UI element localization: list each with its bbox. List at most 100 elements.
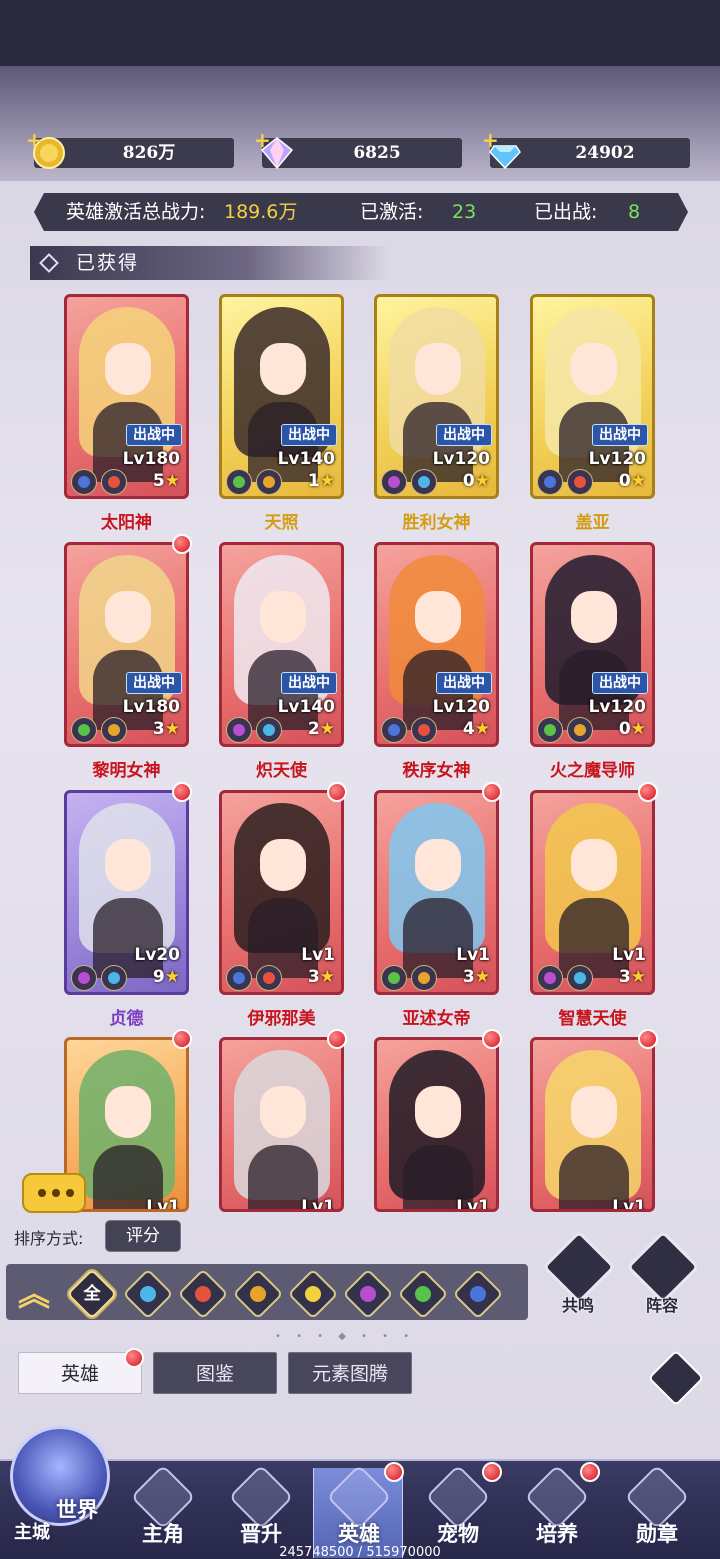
hero-portrait-face bbox=[105, 343, 151, 395]
tab-heroes-notification-dot bbox=[124, 1348, 144, 1368]
hero-portrait-face bbox=[105, 1086, 151, 1138]
nav-heroes-notification-dot bbox=[384, 1462, 404, 1482]
hero-card[interactable]: Lv20 9★ bbox=[64, 790, 189, 995]
hero-card[interactable]: 出战中 Lv120 0★ bbox=[374, 294, 499, 499]
hero-name: 智慧天使 bbox=[558, 1009, 627, 1029]
main-city-label: 主城 bbox=[14, 1522, 50, 1543]
world-button[interactable]: 世界 主城 bbox=[6, 1418, 116, 1548]
hero-card[interactable]: Lv1 3★ bbox=[219, 790, 344, 995]
nav-pets-notification-dot bbox=[482, 1462, 502, 1482]
star-icon: ★ bbox=[630, 471, 646, 491]
tab-codex[interactable]: 图鉴 bbox=[153, 1352, 277, 1394]
hero-name: 太阳神 bbox=[101, 513, 152, 533]
nav-protagonist[interactable]: 主角 bbox=[118, 1464, 208, 1558]
class-icon bbox=[381, 717, 407, 743]
add-crystal-icon[interactable]: + bbox=[254, 128, 271, 152]
nature-icon bbox=[415, 1286, 431, 1302]
hero-stars: 0★ bbox=[619, 471, 646, 491]
hero-level: Lv140 bbox=[277, 449, 335, 469]
class-icon bbox=[71, 717, 97, 743]
deployed-badge: 出战中 bbox=[436, 672, 492, 694]
class-icon bbox=[71, 469, 97, 495]
class-icon bbox=[226, 469, 252, 495]
hero-card[interactable]: Lv1 3★ bbox=[530, 790, 655, 995]
collapse-up-icon[interactable]: ︽ bbox=[14, 1274, 54, 1314]
hero-star-count: 2 bbox=[307, 719, 320, 739]
add-diamond-icon[interactable]: + bbox=[482, 128, 499, 152]
hero-level: Lv1 bbox=[612, 1197, 646, 1212]
hero-stars: 3★ bbox=[153, 719, 180, 739]
element-icon bbox=[256, 717, 282, 743]
nav-medals-label: 勋章 bbox=[636, 1522, 678, 1546]
hero-card[interactable]: 出战中 Lv180 5★ bbox=[64, 294, 189, 499]
hero-portrait-face bbox=[571, 591, 617, 643]
hero-card[interactable]: 出战中 Lv140 2★ bbox=[219, 542, 344, 747]
hero-element-icons bbox=[537, 965, 607, 991]
hero-level: Lv180 bbox=[122, 449, 180, 469]
view-toggle-button[interactable] bbox=[646, 1348, 706, 1408]
hero-card[interactable]: 出战中 Lv180 3★ bbox=[64, 542, 189, 747]
element-icon bbox=[256, 469, 282, 495]
hero-element-icons bbox=[226, 965, 296, 991]
hero-level: Lv1 bbox=[456, 1197, 490, 1212]
currency-diamond[interactable]: + 24902 bbox=[482, 128, 690, 170]
element-icon bbox=[256, 965, 282, 991]
element-icon bbox=[101, 717, 127, 743]
tab-element-totem[interactable]: 元素图腾 bbox=[288, 1352, 412, 1394]
nav-cultivate-label: 培养 bbox=[536, 1522, 578, 1546]
hero-portrait-face bbox=[415, 343, 461, 395]
hero-star-count: 9 bbox=[152, 967, 165, 987]
hero-card[interactable]: Lv1 bbox=[374, 1037, 499, 1212]
hero-stats-bar: 英雄激活总战力: 189.6万 已激活: 23 已出战: 8 bbox=[34, 193, 688, 231]
power-value: 189.6万 bbox=[224, 201, 298, 223]
filter-all-label: 全 bbox=[83, 1284, 101, 1304]
world-label: 世界 bbox=[56, 1498, 98, 1522]
nav-protagonist-label: 主角 bbox=[142, 1522, 184, 1546]
hero-stars: 3★ bbox=[308, 967, 335, 987]
sort-dropdown[interactable]: 评分 bbox=[105, 1220, 181, 1252]
class-icon bbox=[537, 965, 563, 991]
hero-element-icons bbox=[381, 965, 451, 991]
hero-portrait-face bbox=[260, 343, 306, 395]
nav-medals[interactable]: 勋章 bbox=[612, 1464, 702, 1558]
hero-stars: 0★ bbox=[463, 471, 490, 491]
hero-level: Lv1 bbox=[301, 1197, 335, 1212]
class-icon bbox=[537, 469, 563, 495]
hero-name: 贞德 bbox=[109, 1009, 144, 1029]
hero-stars: 4★ bbox=[463, 719, 490, 739]
lineup-button[interactable]: 阵容 bbox=[624, 1230, 700, 1315]
section-title: 已获得 bbox=[76, 252, 140, 274]
hero-card[interactable]: 出战中 Lv120 0★ bbox=[530, 294, 655, 499]
hero-card[interactable]: 出战中 Lv120 0★ bbox=[530, 542, 655, 747]
star-icon: ★ bbox=[164, 471, 180, 491]
star-icon: ★ bbox=[474, 967, 490, 987]
currency-crystal[interactable]: + 6825 bbox=[254, 128, 462, 170]
hero-star-count: 0 bbox=[618, 471, 631, 491]
class-icon bbox=[226, 965, 252, 991]
hero-star-count: 3 bbox=[307, 967, 320, 987]
wind-icon bbox=[140, 1286, 156, 1302]
element-icon bbox=[411, 965, 437, 991]
chat-bubble-button[interactable] bbox=[22, 1173, 86, 1213]
hero-level: Lv1 bbox=[301, 945, 335, 965]
hero-level: Lv20 bbox=[134, 945, 180, 965]
element-icon bbox=[567, 965, 593, 991]
deployed-badge: 出战中 bbox=[592, 672, 648, 694]
hero-portrait-face bbox=[105, 591, 151, 643]
hero-stars: 0★ bbox=[619, 719, 646, 739]
hero-card[interactable]: Lv1 bbox=[219, 1037, 344, 1212]
hero-card[interactable]: Lv1 bbox=[530, 1037, 655, 1212]
resonance-button[interactable]: 共鸣 bbox=[540, 1230, 616, 1315]
star-icon: ★ bbox=[630, 967, 646, 987]
currency-gold[interactable]: + 826万 bbox=[26, 128, 234, 169]
hero-star-count: 3 bbox=[152, 719, 165, 739]
hero-element-icons bbox=[71, 965, 141, 991]
hero-card[interactable]: Lv1 3★ bbox=[374, 790, 499, 995]
add-gold-icon[interactable]: + bbox=[26, 128, 43, 152]
hero-card[interactable]: 出战中 Lv120 4★ bbox=[374, 542, 499, 747]
element-icon bbox=[101, 965, 127, 991]
nav-promotion-label: 晋升 bbox=[240, 1522, 282, 1546]
hero-element-icons bbox=[226, 717, 296, 743]
hero-name: 胜利女神 bbox=[402, 513, 471, 533]
hero-card[interactable]: 出战中 Lv140 1★ bbox=[219, 294, 344, 499]
